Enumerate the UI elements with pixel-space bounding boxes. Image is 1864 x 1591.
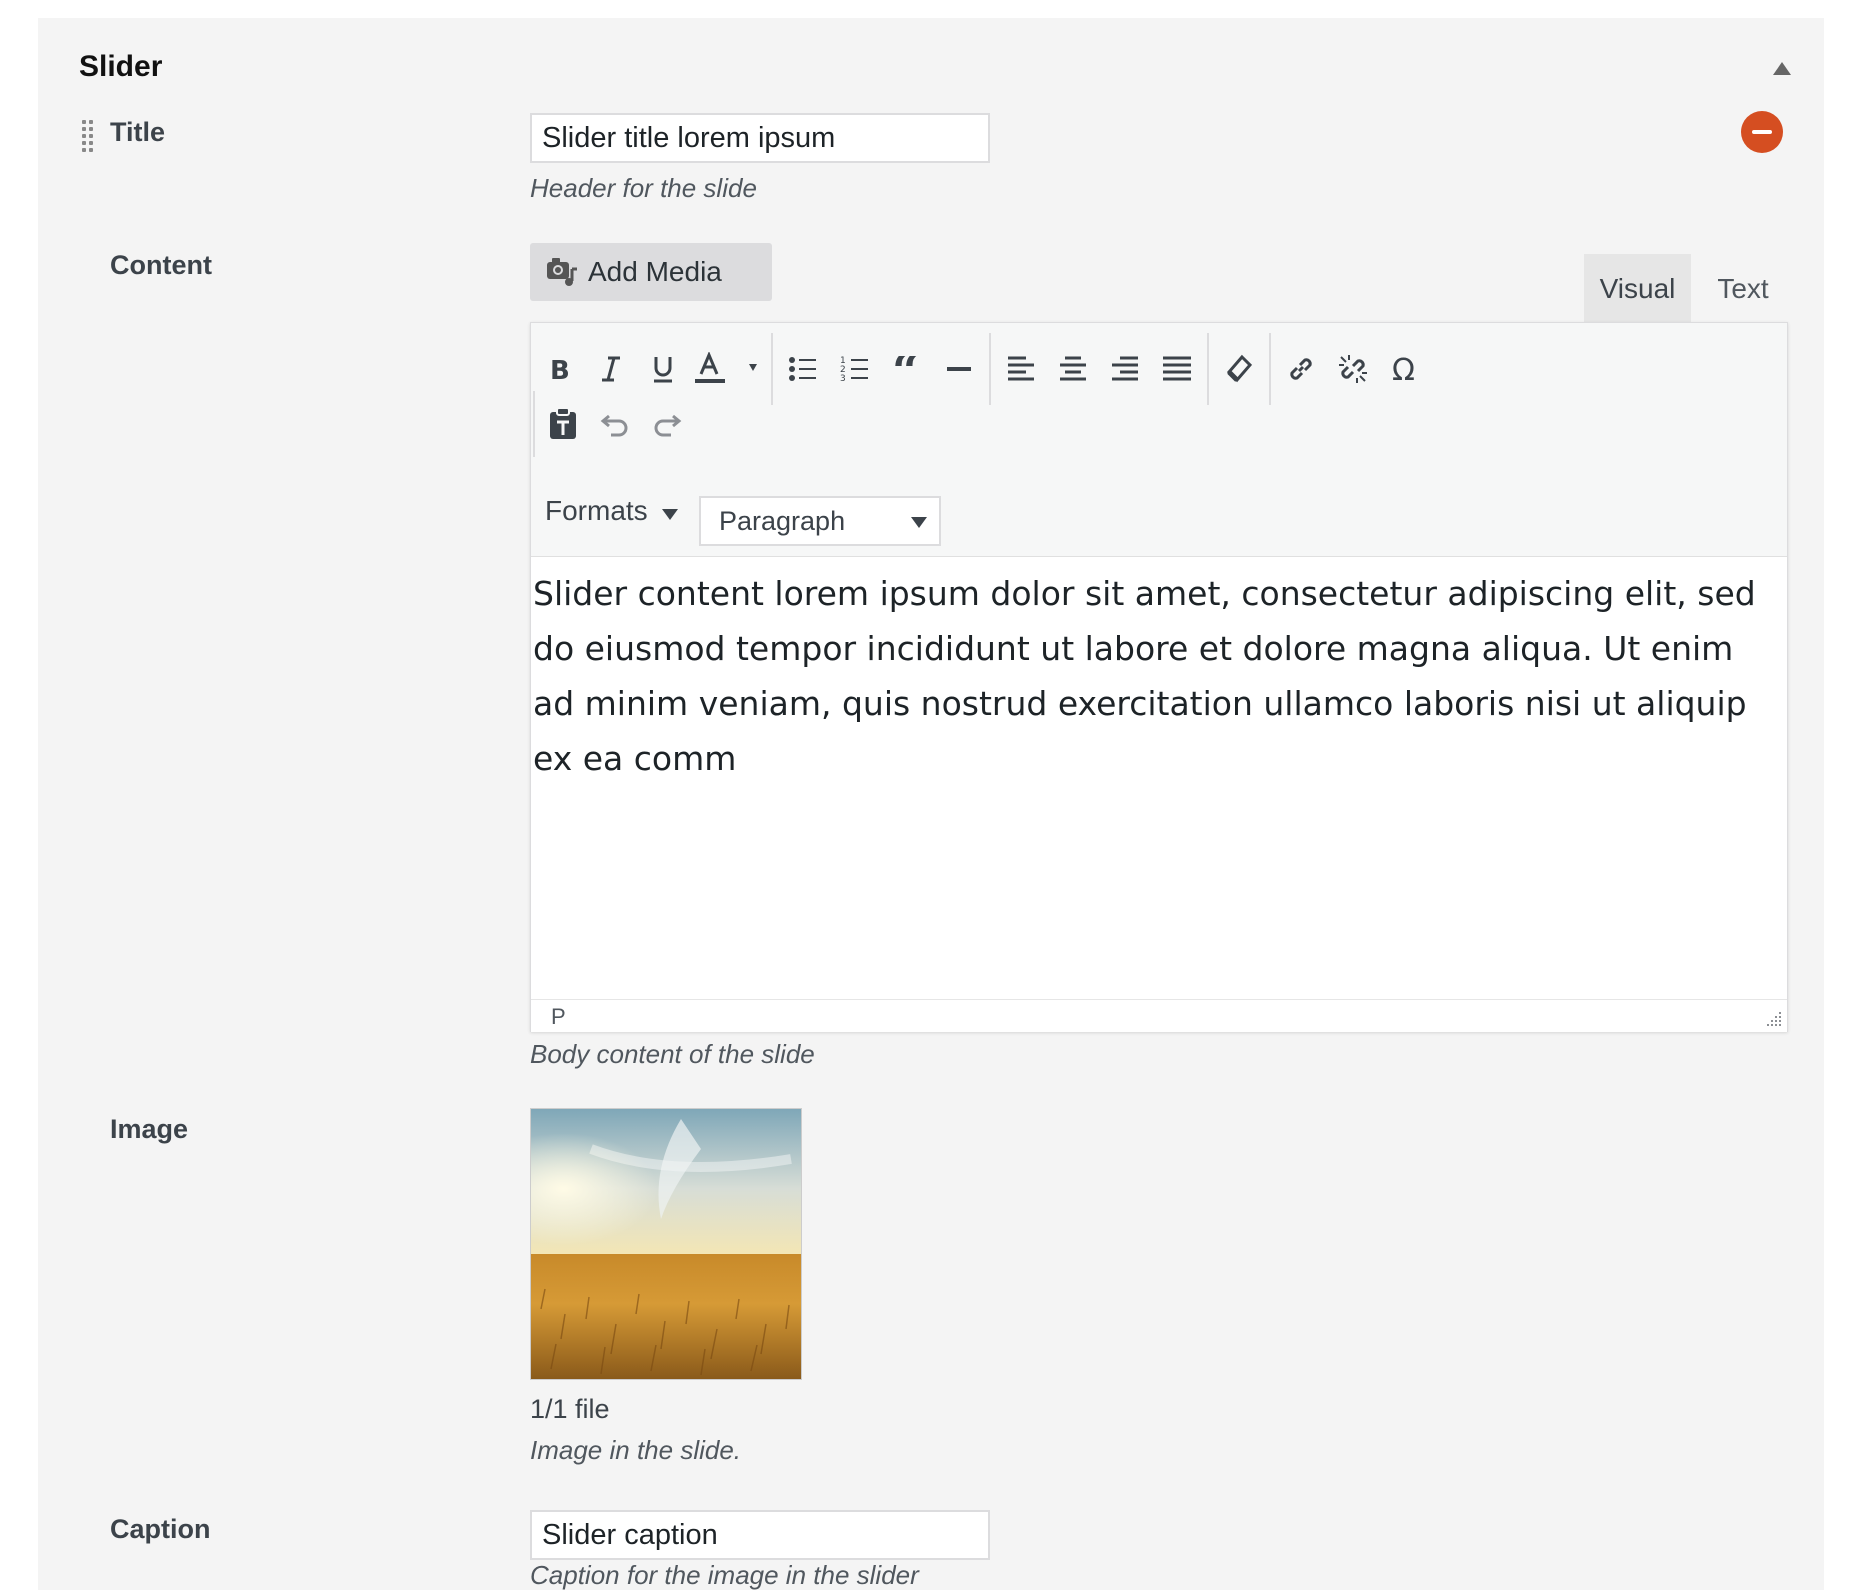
resize-handle-icon[interactable] [1765, 1010, 1783, 1028]
title-label: Title [110, 117, 166, 147]
caption-label: Caption [110, 1514, 211, 1544]
image-label: Image [110, 1114, 189, 1144]
insert-link-icon[interactable] [1275, 343, 1327, 395]
chevron-down-icon [911, 516, 927, 528]
bold-icon[interactable]: B [533, 343, 585, 395]
slider-panel: Slider Title Header for the slide Conten… [38, 18, 1824, 1590]
caption-input[interactable] [530, 1510, 990, 1560]
remove-link-icon[interactable] [1327, 343, 1379, 395]
horizontal-line-icon[interactable] [933, 343, 985, 395]
align-left-icon[interactable] [995, 343, 1047, 395]
formats-label: Formats [545, 495, 648, 526]
image-description: Image in the slide. [530, 1435, 742, 1465]
camera-music-icon [547, 258, 577, 286]
tab-visual[interactable]: Visual [1584, 254, 1691, 324]
collapse-arrow-icon[interactable] [1773, 62, 1791, 75]
block-format-value: Paragraph [719, 505, 846, 536]
editor-toolbar: B 123 “ [531, 323, 1787, 557]
editor-status-bar: P [531, 999, 1787, 1032]
underline-icon[interactable] [637, 343, 689, 395]
wheat-field-image [531, 1109, 801, 1379]
align-right-icon[interactable] [1099, 343, 1151, 395]
tab-text[interactable]: Text [1698, 254, 1788, 324]
chevron-down-icon [661, 508, 678, 520]
block-format-select[interactable]: Paragraph [699, 496, 941, 546]
svg-text:B: B [550, 356, 570, 383]
svg-text:Ω: Ω [1392, 354, 1415, 384]
drag-handle-icon[interactable] [82, 120, 96, 152]
slide-image-thumbnail[interactable] [530, 1108, 802, 1380]
add-media-label: Add Media [588, 256, 722, 287]
justify-icon[interactable] [1151, 343, 1203, 395]
align-center-icon[interactable] [1047, 343, 1099, 395]
italic-icon[interactable] [585, 343, 637, 395]
content-label: Content [110, 250, 212, 280]
svg-text:3: 3 [840, 374, 846, 384]
blockquote-icon[interactable]: “ [881, 343, 933, 395]
panel-title: Slider [79, 50, 163, 83]
redo-icon[interactable] [641, 398, 693, 450]
text-color-icon[interactable] [689, 343, 767, 395]
caption-description: Caption for the image in the slider [530, 1560, 919, 1590]
bulleted-list-icon[interactable] [777, 343, 829, 395]
file-count: 1/1 file [530, 1394, 610, 1424]
content-description: Body content of the slide [530, 1039, 815, 1069]
remove-row-button[interactable] [1741, 111, 1783, 153]
undo-icon[interactable] [589, 398, 641, 450]
add-media-button[interactable]: Add Media [530, 243, 772, 301]
paste-as-text-icon[interactable] [537, 398, 589, 450]
element-path[interactable]: P [551, 1004, 566, 1030]
title-input[interactable] [530, 113, 990, 163]
numbered-list-icon[interactable]: 123 [829, 343, 881, 395]
special-character-icon[interactable]: Ω [1379, 343, 1431, 395]
clear-formatting-icon[interactable] [1213, 343, 1265, 395]
formats-menu-button[interactable]: Formats [545, 495, 678, 527]
editor-content-area[interactable]: Slider content lorem ipsum dolor sit ame… [533, 566, 1781, 986]
rich-text-editor: B 123 “ [530, 322, 1788, 1032]
svg-text:“: “ [892, 356, 920, 382]
title-description: Header for the slide [530, 173, 757, 203]
